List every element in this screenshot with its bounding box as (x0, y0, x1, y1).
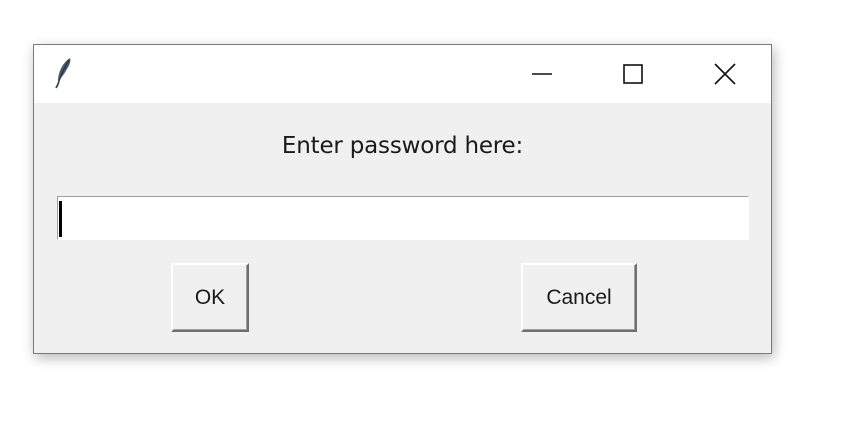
feather-icon (55, 58, 71, 89)
maximize-icon (623, 64, 643, 84)
maximize-button[interactable] (610, 45, 656, 103)
password-dialog: Enter password here: OK Cancel (33, 44, 772, 354)
close-button[interactable] (702, 45, 748, 103)
title-bar[interactable] (34, 45, 771, 103)
text-caret (59, 201, 62, 237)
ok-button[interactable]: OK (171, 263, 249, 332)
cancel-button[interactable]: Cancel (521, 263, 637, 332)
close-icon (714, 63, 736, 85)
minimize-icon (532, 73, 552, 75)
prompt-label: Enter password here: (281, 133, 524, 159)
password-input[interactable] (57, 196, 749, 240)
minimize-button[interactable] (519, 45, 565, 103)
